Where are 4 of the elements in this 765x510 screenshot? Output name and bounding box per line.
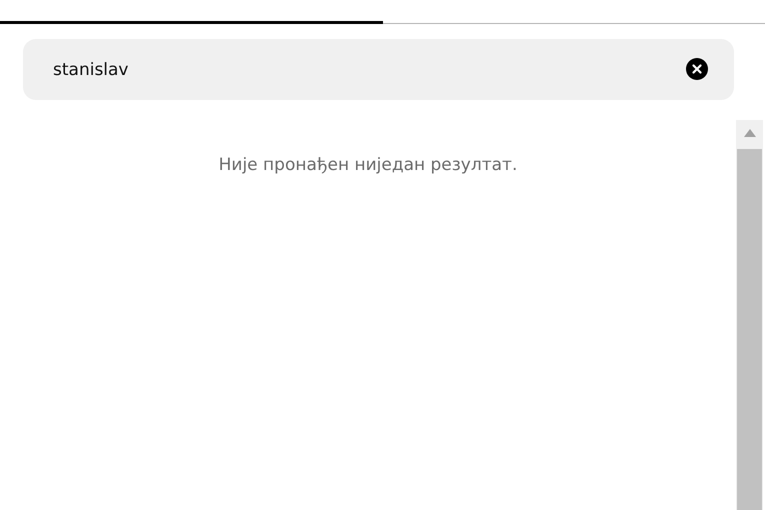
scroll-up-icon[interactable] <box>744 129 756 137</box>
empty-message: Није пронађен ниједан резултат. <box>218 155 518 177</box>
clear-icon[interactable] <box>686 58 708 80</box>
search-field[interactable]: stanislav <box>23 39 734 100</box>
